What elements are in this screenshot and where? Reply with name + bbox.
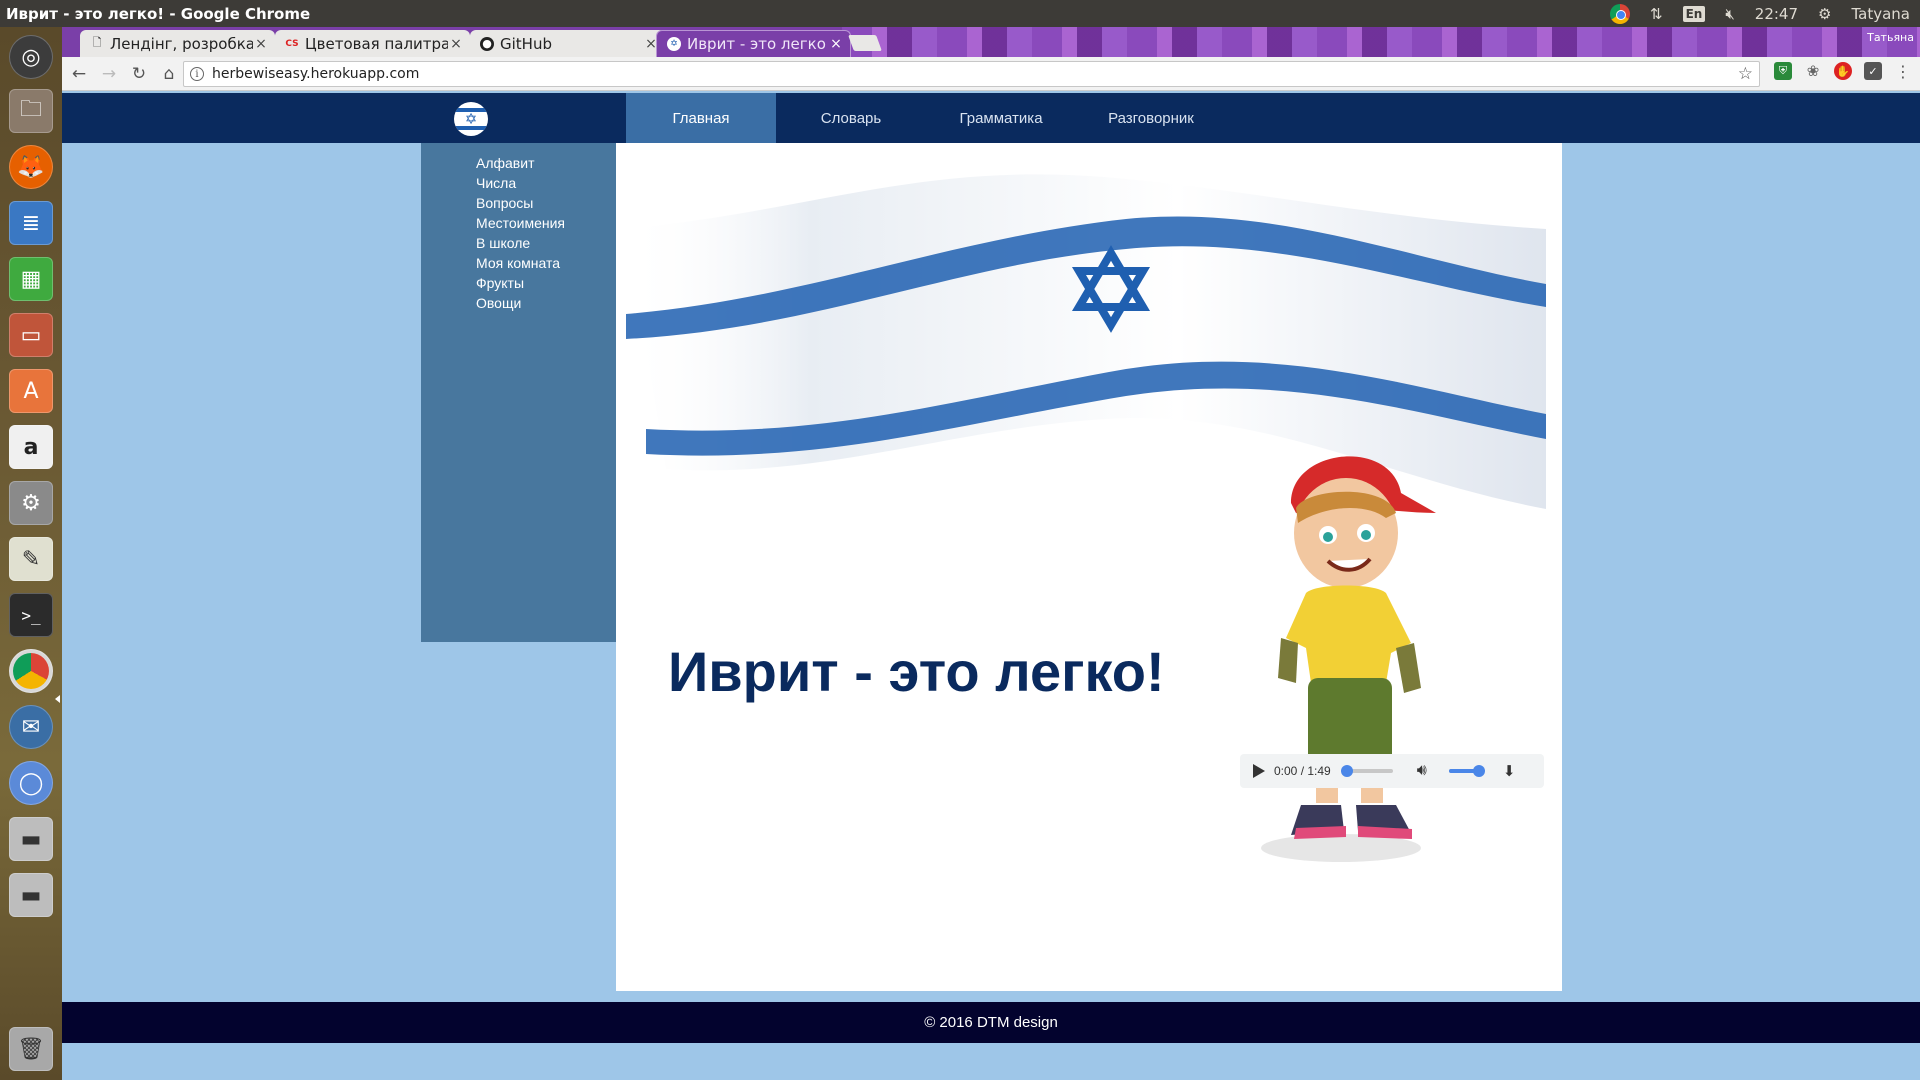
tab-hebrew-easy[interactable]: ✡ Иврит - это легко! × (656, 30, 851, 57)
files-icon[interactable]: 🗀 (9, 89, 53, 133)
settings-gear-icon[interactable]: ⚙ (1818, 5, 1831, 23)
hero-title: Иврит - это легко! (668, 640, 1165, 703)
play-icon[interactable] (1252, 764, 1266, 778)
footer-copyright: © 2016 DTM design (924, 1014, 1058, 1031)
tab-title: GitHub (500, 34, 552, 53)
tab-colorscheme[interactable]: CS Цветовая палитра × (275, 30, 470, 57)
menu-dots-icon[interactable]: ⋮ (1894, 62, 1912, 81)
shield-extension-icon[interactable]: ⛨ (1774, 62, 1792, 80)
tab-strip: Татьяна 🗋 Лендінг, розробка × CS Цветова… (62, 27, 1920, 57)
volume-thumb[interactable] (1472, 765, 1485, 777)
sidebar-link-my-room[interactable]: Моя комната (476, 253, 616, 273)
tab-landing[interactable]: 🗋 Лендінг, розробка × (80, 30, 275, 57)
tab-github[interactable]: ● GitHub × (470, 30, 665, 57)
site-icon: ✡ (667, 37, 681, 51)
nav-home[interactable]: Главная (626, 93, 776, 143)
system-settings-icon[interactable]: ⚙ (9, 481, 53, 525)
os-top-panel: Иврит - это легко! - Google Chrome ⇅ En … (0, 0, 1920, 27)
volume-icon[interactable]: 🔊︎ (1417, 762, 1427, 780)
home-icon[interactable]: ⌂ (154, 59, 184, 89)
site-navbar: ✡ Главная Словарь Грамматика Разговорник (62, 93, 1920, 143)
sidebar-link-numbers[interactable]: Числа (476, 173, 616, 193)
firefox-icon[interactable]: 🦊 (9, 145, 53, 189)
close-icon[interactable]: × (828, 36, 844, 52)
running-indicator (55, 695, 60, 703)
seek-slider[interactable] (1340, 765, 1393, 777)
drive-2-icon[interactable]: ▬ (9, 873, 53, 917)
network-icon[interactable]: ⇅ (1650, 5, 1663, 23)
amazon-icon[interactable]: a (9, 425, 53, 469)
tab-title: Иврит - это легко! (687, 35, 828, 53)
new-tab-button[interactable] (848, 35, 882, 51)
sidebar-link-fruits[interactable]: Фрукты (476, 273, 616, 293)
bookmark-star-icon[interactable]: ☆ (1738, 64, 1753, 84)
paw-extension-icon[interactable]: ❀ (1804, 62, 1822, 80)
sidebar-link-pronouns[interactable]: Местоимения (476, 213, 616, 233)
github-icon: ● (480, 36, 494, 51)
nav-dictionary[interactable]: Словарь (776, 93, 926, 143)
volume-slider[interactable] (1448, 765, 1485, 777)
theme-background (842, 27, 1920, 57)
forward-arrow-icon[interactable]: → (94, 59, 124, 89)
site-menu: Главная Словарь Грамматика Разговорник (626, 93, 1226, 143)
topics-sidebar: Алфавит Числа Вопросы Местоимения В школ… (421, 143, 616, 642)
sidebar-link-at-school[interactable]: В школе (476, 233, 616, 253)
url-text[interactable]: herbewiseasy.herokuapp.com (212, 66, 419, 82)
nav-grammar[interactable]: Грамматика (926, 93, 1076, 143)
text-editor-icon[interactable]: ✎ (9, 537, 53, 581)
chrome-indicator-icon[interactable] (1610, 3, 1630, 24)
israel-flag-logo-icon[interactable]: ✡ (454, 102, 488, 136)
trash-icon[interactable]: 🗑 (9, 1027, 53, 1071)
chrome-icon[interactable] (9, 649, 53, 693)
tab-title: Цветовая палитра (305, 34, 448, 53)
sidebar-link-alphabet[interactable]: Алфавит (476, 153, 616, 173)
volume-muted-icon[interactable]: 🔇︎ (1725, 5, 1734, 23)
reload-icon[interactable]: ↻ (124, 59, 154, 89)
software-center-icon[interactable]: A (9, 369, 53, 413)
user-name[interactable]: Tatyana (1851, 5, 1910, 23)
extensions-area: ⛨ ❀ ✋ ✓ ⋮ (1774, 62, 1912, 81)
main-content: Иврит - это легко! 0:00 / 1:49 🔊︎ ⬇ (616, 143, 1562, 991)
window-title: Иврит - это легко! - Google Chrome (6, 4, 311, 23)
close-icon[interactable]: × (253, 36, 269, 52)
libreoffice-impress-icon[interactable]: ▭ (9, 313, 53, 357)
chromium-icon[interactable]: ◯ (9, 761, 53, 805)
close-icon[interactable]: × (448, 36, 464, 52)
profile-name[interactable]: Татьяна (1867, 31, 1914, 44)
site-footer: © 2016 DTM design (62, 1002, 1920, 1043)
libreoffice-writer-icon[interactable]: ≣ (9, 201, 53, 245)
terminal-icon[interactable]: >_ (9, 593, 53, 637)
libreoffice-calc-icon[interactable]: ▦ (9, 257, 53, 301)
browser-toolbar: ← → ↻ ⌂ i herbewiseasy.herokuapp.com ☆ ⛨… (62, 57, 1920, 91)
unity-launcher: ◎ 🗀 🦊 ≣ ▦ ▭ A a ⚙ ✎ >_ ✉ ◯ ▬ ▬ 🗑 (0, 27, 62, 1080)
dash-home-icon[interactable]: ◎ (9, 35, 53, 79)
cartoon-boy-image (1261, 456, 1436, 862)
download-icon[interactable]: ⬇ (1503, 762, 1516, 780)
info-icon[interactable]: i (190, 67, 204, 81)
back-arrow-icon[interactable]: ← (64, 59, 94, 89)
nav-phrasebook[interactable]: Разговорник (1076, 93, 1226, 143)
sidebar-link-questions[interactable]: Вопросы (476, 193, 616, 213)
os-indicators: ⇅ En 🔇︎ 22:47 ⚙ Tatyana (1610, 0, 1910, 27)
page-viewport: ✡ Главная Словарь Грамматика Разговорник… (62, 91, 1920, 1080)
adblock-extension-icon[interactable]: ✋ (1834, 62, 1852, 80)
tab-title: Лендінг, розробка (110, 34, 253, 53)
keyboard-layout-indicator[interactable]: En (1682, 5, 1706, 22)
drive-icon[interactable]: ▬ (9, 817, 53, 861)
sidebar-link-vegetables[interactable]: Овощи (476, 293, 616, 313)
audio-time: 0:00 / 1:49 (1274, 764, 1331, 778)
document-icon: 🗋 (92, 36, 102, 49)
pocket-extension-icon[interactable]: ✓ (1864, 62, 1882, 80)
address-bar[interactable]: i herbewiseasy.herokuapp.com ☆ (183, 61, 1760, 87)
audio-player: 0:00 / 1:49 🔊︎ ⬇ (1240, 754, 1544, 788)
colorscheme-icon: CS (285, 38, 299, 49)
thunderbird-icon[interactable]: ✉ (9, 705, 53, 749)
seek-thumb[interactable] (1340, 765, 1353, 777)
clock[interactable]: 22:47 (1755, 5, 1798, 23)
